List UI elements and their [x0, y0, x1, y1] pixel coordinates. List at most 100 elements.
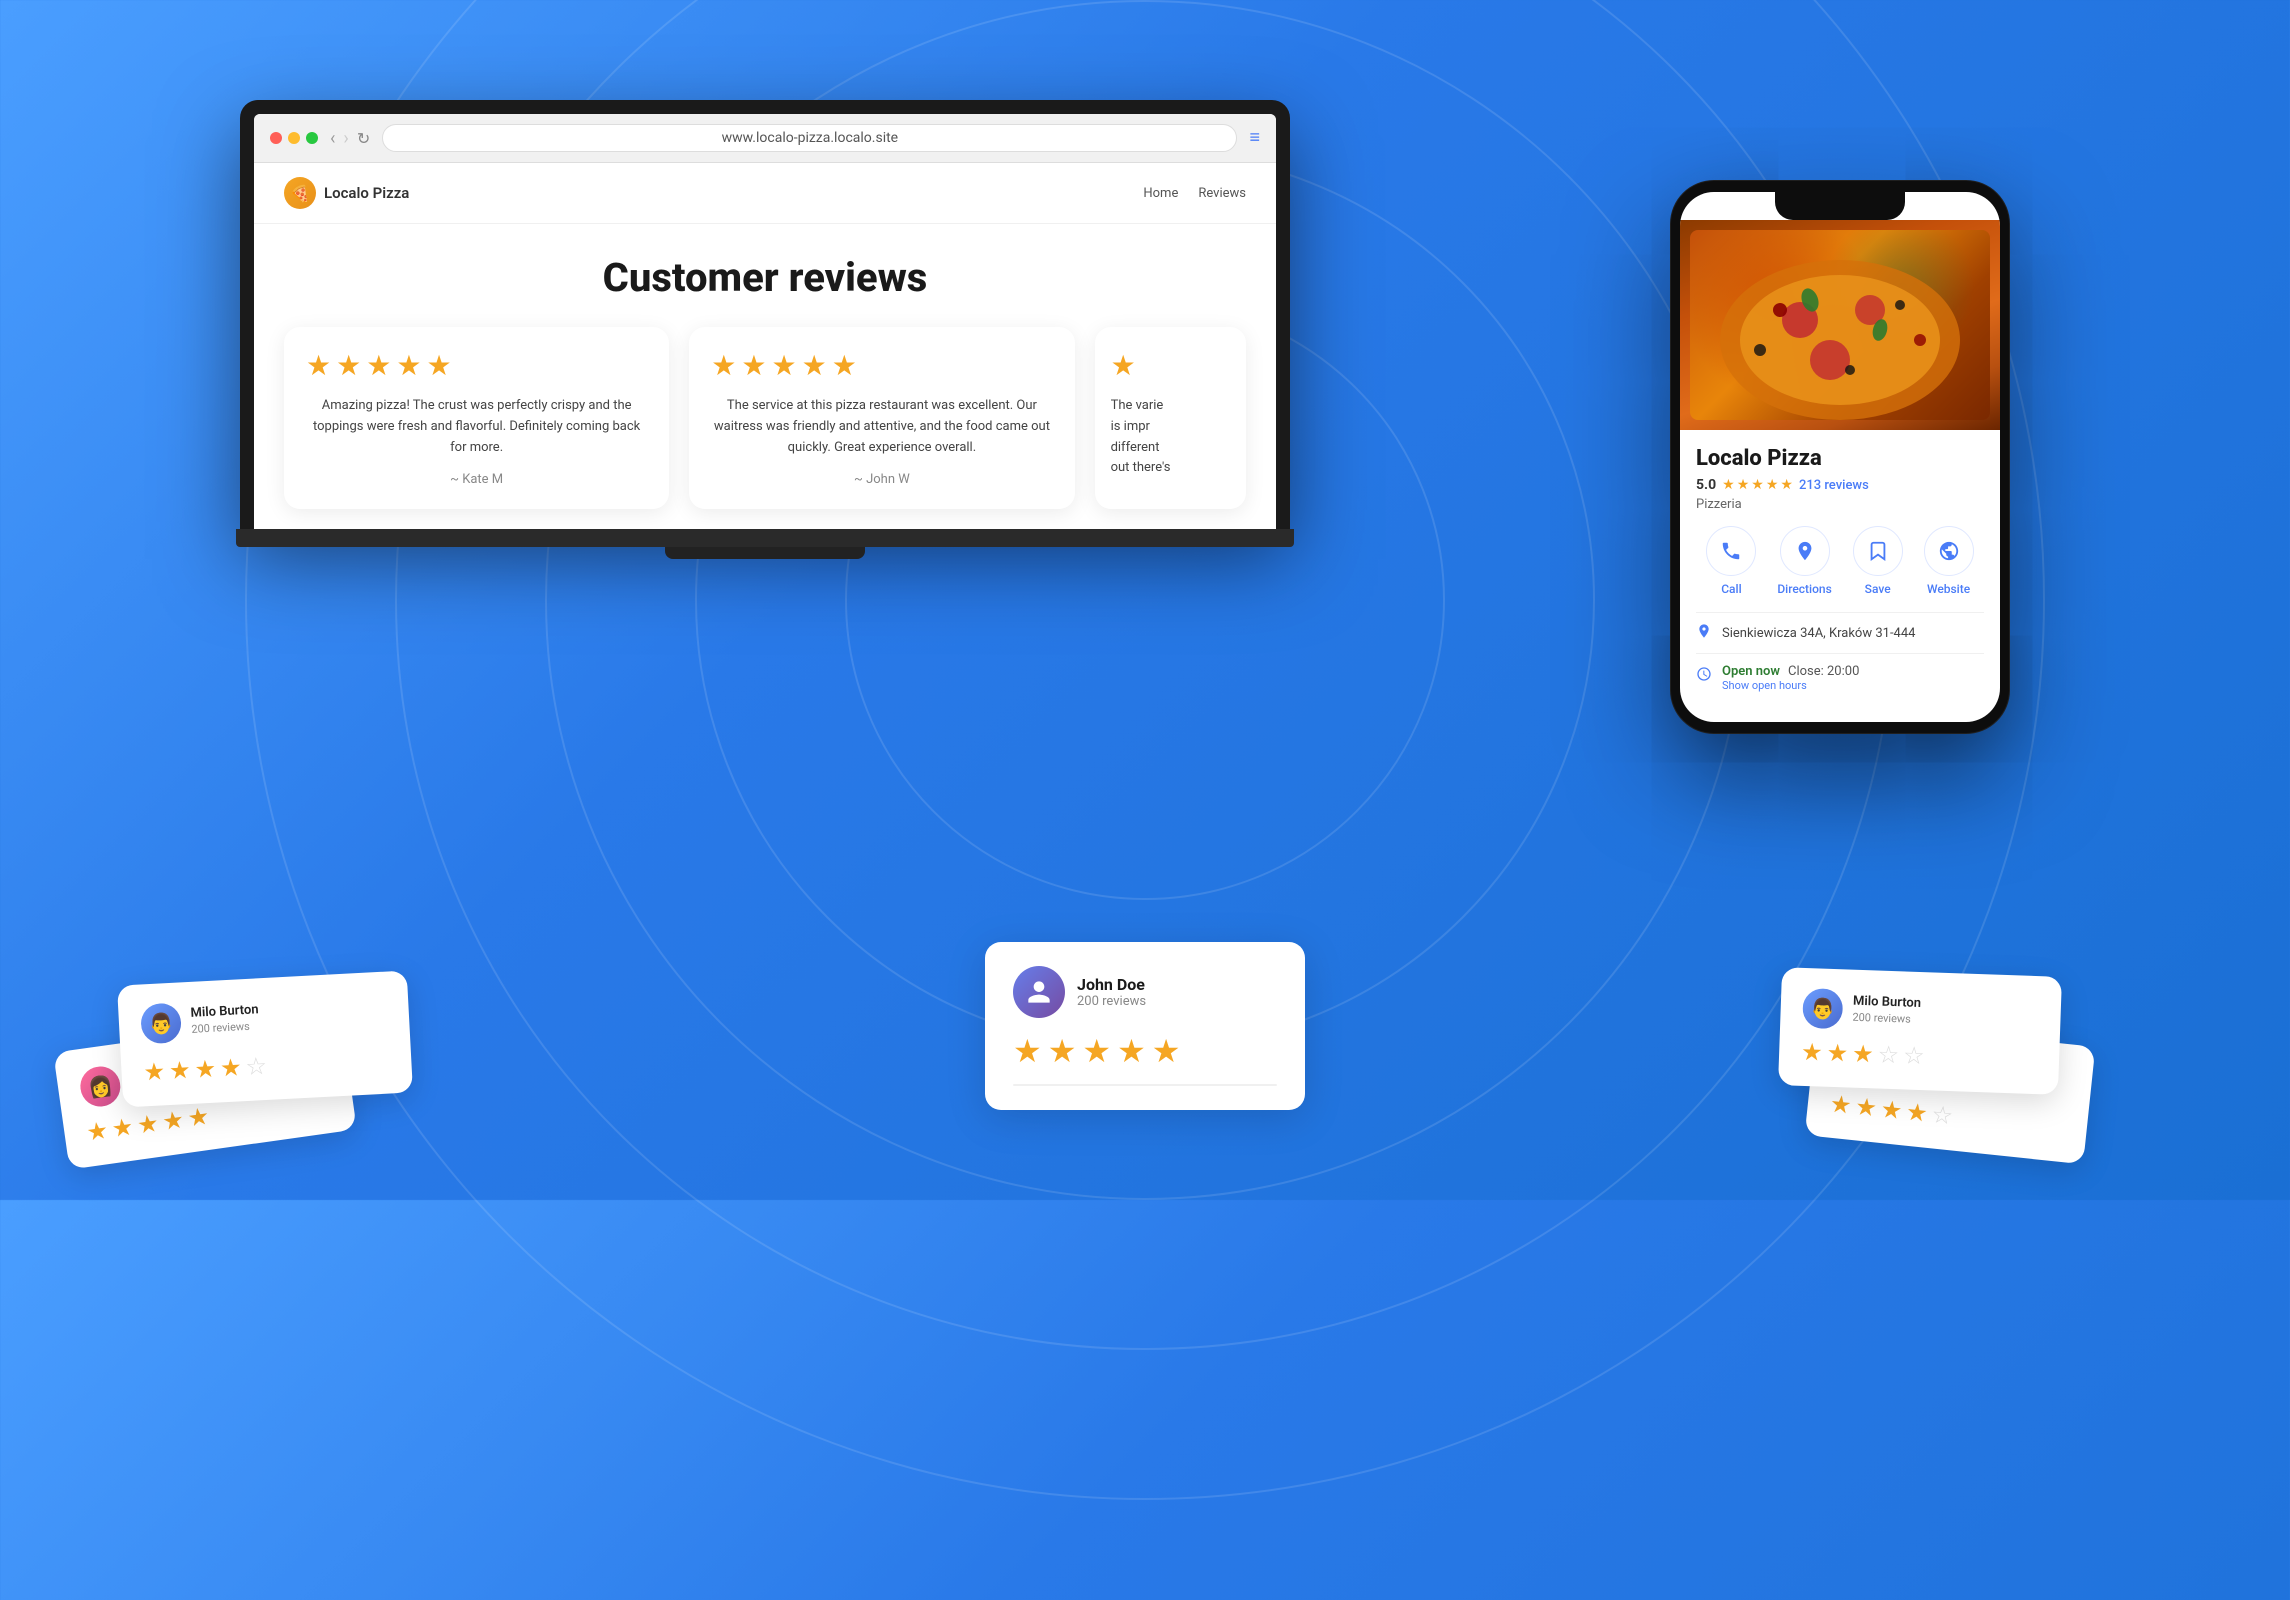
phone-business-name: Localo Pizza	[1696, 446, 1984, 471]
phone-action-save[interactable]: Save	[1853, 526, 1903, 596]
refresh-icon[interactable]: ↻	[357, 129, 370, 148]
center-user-info: John Doe 200 reviews	[1077, 975, 1146, 1009]
star-2-2: ★	[741, 349, 766, 382]
phone-action-call[interactable]: Call	[1706, 526, 1756, 596]
phone: Localo Pizza 5.0 ★ ★ ★ ★ ★ 213 reviews P…	[1670, 180, 2010, 734]
right-card-2-user: 👨 Milo Burton 200 reviews	[1802, 988, 2039, 1036]
phone-content: Localo Pizza 5.0 ★ ★ ★ ★ ★ 213 reviews P…	[1680, 430, 2000, 722]
review-author-1: ~ Kate M	[306, 472, 647, 487]
rs1-1: ★	[1829, 1090, 1853, 1120]
website-icon	[1924, 526, 1974, 576]
star-1-5: ★	[426, 349, 451, 382]
rs2-5-empty: ☆	[1903, 1041, 1925, 1070]
show-hours-link[interactable]: Show open hours	[1722, 679, 1859, 692]
right-bottom-cards: 👩 Julia Novicky 200 reviews ★ ★ ★ ★ ☆ 👨	[1770, 850, 2090, 1150]
nav-links: Home Reviews	[1143, 186, 1246, 201]
right-card-front: 👨 Milo Burton 200 reviews ★ ★ ★ ☆ ☆	[1778, 967, 2062, 1095]
ms-2: ★	[168, 1056, 191, 1085]
p-star-2: ★	[1737, 477, 1750, 493]
cs-5: ★	[1152, 1032, 1181, 1070]
john-stars: ★ ★ ★ ★ ★	[1013, 1032, 1277, 1070]
review-cards-container: ★ ★ ★ ★ ★ Amazing pizza! The crust was p…	[284, 327, 1246, 509]
rs1-2: ★	[1854, 1092, 1878, 1122]
phone-address: Sienkiewicza 34A, Kraków 31-444	[1722, 626, 1915, 641]
js-5: ★	[186, 1102, 211, 1133]
phone-category: Pizzeria	[1696, 497, 1984, 512]
phone-stars: ★ ★ ★ ★ ★	[1722, 477, 1793, 493]
nav-reviews[interactable]: Reviews	[1198, 186, 1246, 201]
ms-4: ★	[219, 1053, 242, 1082]
phone-review-count[interactable]: 213 reviews	[1799, 478, 1869, 493]
phone-address-row: Sienkiewicza 34A, Kraków 31-444	[1696, 612, 1984, 653]
center-card-user: John Doe 200 reviews	[1013, 966, 1277, 1018]
review-text-1: Amazing pizza! The crust was perfectly c…	[306, 396, 647, 458]
page-title: Customer reviews	[284, 254, 1246, 301]
laptop: ‹ › ↻ www.localo-pizza.localo.site ≡ 🍕	[240, 100, 1290, 559]
cs-4: ★	[1117, 1032, 1146, 1070]
phone-rating-number: 5.0	[1696, 477, 1716, 493]
website-label: Website	[1927, 582, 1970, 596]
phone-action-website[interactable]: Website	[1924, 526, 1974, 596]
bottom-left-cards: 👩 Julia Novicky 200 reviews ★ ★ ★ ★ ★	[60, 850, 440, 1150]
ms-3: ★	[194, 1055, 217, 1084]
ms-5-empty: ☆	[245, 1052, 268, 1081]
phone-notch	[1775, 192, 1905, 220]
stars-row-1: ★ ★ ★ ★ ★	[306, 349, 647, 382]
phone-screen: Localo Pizza 5.0 ★ ★ ★ ★ ★ 213 reviews P…	[1680, 192, 2000, 722]
clock-icon	[1696, 666, 1712, 686]
right-avatar-2: 👨	[1802, 988, 1843, 1029]
rs1-3: ★	[1879, 1095, 1903, 1125]
milo-reviews: 200 reviews	[191, 1020, 260, 1038]
center-review-card: John Doe 200 reviews ★ ★ ★ ★ ★	[985, 942, 1305, 1110]
hamburger-icon[interactable]: ≡	[1249, 129, 1260, 147]
avatar-julia: 👩	[78, 1064, 123, 1109]
scene: ‹ › ↻ www.localo-pizza.localo.site ≡ 🍕	[0, 0, 2290, 1200]
cs-1: ★	[1013, 1032, 1042, 1070]
star-2-4: ★	[802, 349, 827, 382]
star-1-2: ★	[336, 349, 361, 382]
review-card-3-partial: ★ The varieis imprdifferentout there's	[1095, 327, 1246, 509]
site-nav: 🍕 Localo Pizza Home Reviews	[254, 163, 1276, 224]
cs-2: ★	[1048, 1032, 1077, 1070]
center-card-divider	[1013, 1084, 1277, 1086]
pizza-icon: 🍕	[290, 184, 310, 203]
js-1: ★	[85, 1116, 110, 1147]
star-1-4: ★	[396, 349, 421, 382]
review-card-2: ★ ★ ★ ★ ★ The service at this pizza rest…	[689, 327, 1074, 509]
site-brand-name: Localo Pizza	[324, 184, 409, 202]
star-2-3: ★	[772, 349, 797, 382]
rs2-4-empty: ☆	[1877, 1041, 1899, 1070]
phone-hours-row: Open now Close: 20:00 Show open hours	[1696, 653, 1984, 702]
phone-action-directions[interactable]: Directions	[1777, 526, 1831, 596]
dot-expand[interactable]	[306, 132, 318, 144]
location-icon	[1696, 623, 1712, 643]
logo-icon: 🍕	[284, 177, 316, 209]
js-2: ★	[110, 1112, 135, 1143]
review-text-2: The service at this pizza restaurant was…	[711, 396, 1052, 458]
open-status: Open now	[1722, 664, 1780, 679]
laptop-base	[236, 529, 1294, 547]
cs-3: ★	[1082, 1032, 1111, 1070]
stars-row-3: ★	[1111, 349, 1230, 382]
site-logo: 🍕 Localo Pizza	[284, 177, 409, 209]
ms-1: ★	[143, 1057, 166, 1086]
nav-home[interactable]: Home	[1143, 186, 1178, 201]
rs2-2: ★	[1826, 1039, 1848, 1068]
dot-minimize[interactable]	[288, 132, 300, 144]
p-star-5: ★	[1780, 477, 1793, 493]
right-male-avatar: 👨	[1802, 988, 1843, 1029]
back-icon[interactable]: ‹	[330, 128, 335, 149]
forward-icon[interactable]: ›	[343, 128, 348, 149]
phone-actions: Call Directions Save	[1696, 526, 1984, 596]
right-user-2-info: Milo Burton 200 reviews	[1852, 994, 1921, 1028]
laptop-screen: ‹ › ↻ www.localo-pizza.localo.site ≡ 🍕	[254, 114, 1276, 529]
p-star-3: ★	[1751, 477, 1764, 493]
rs1-5-empty: ☆	[1930, 1100, 1954, 1130]
rs2-1: ★	[1801, 1038, 1823, 1067]
star-2-5: ★	[832, 349, 857, 382]
dot-close[interactable]	[270, 132, 282, 144]
right-card-2-stars: ★ ★ ★ ☆ ☆	[1801, 1038, 2038, 1074]
milo-info: Milo Burton 200 reviews	[190, 1003, 260, 1038]
browser-address-bar[interactable]: www.localo-pizza.localo.site	[382, 124, 1237, 152]
phone-hours-info: Open now Close: 20:00 Show open hours	[1722, 664, 1859, 692]
